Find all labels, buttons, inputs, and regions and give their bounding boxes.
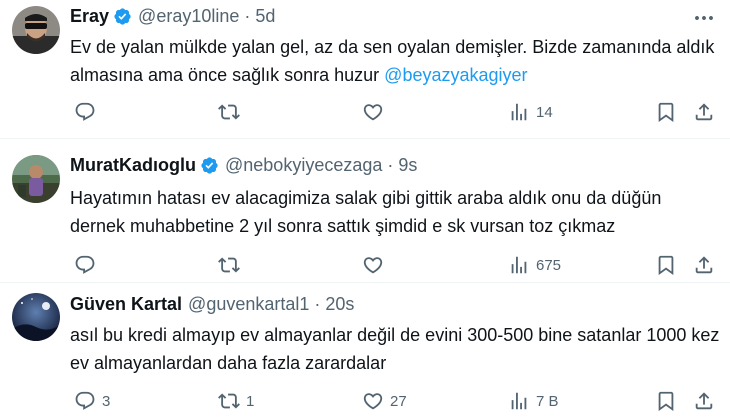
user-handle[interactable]: @guvenkartal1 bbox=[188, 294, 309, 315]
retweet-icon bbox=[218, 254, 240, 276]
reply-button[interactable] bbox=[74, 253, 102, 277]
reply-button[interactable]: 3 bbox=[74, 389, 110, 413]
avatar[interactable] bbox=[12, 155, 60, 203]
bookmark-icon bbox=[655, 390, 677, 412]
tweet-header: Güven Kartal @guvenkartal1 · 20s bbox=[70, 292, 354, 316]
retweet-icon bbox=[218, 101, 240, 123]
verified-badge-icon bbox=[113, 7, 132, 26]
like-icon bbox=[362, 254, 384, 276]
views-button[interactable]: 7 B bbox=[508, 389, 559, 413]
views-count: 14 bbox=[536, 103, 553, 121]
like-icon bbox=[362, 390, 384, 412]
like-button[interactable]: 27 bbox=[362, 389, 407, 413]
tweet[interactable]: MuratKadıoglu @nebokyiyecezaga · 9s Haya… bbox=[0, 139, 730, 282]
action-bar: 675 bbox=[70, 253, 720, 277]
reply-icon bbox=[74, 101, 96, 123]
display-name[interactable]: Eray bbox=[70, 6, 109, 27]
mention-link[interactable]: @beyazyakagiyer bbox=[384, 65, 527, 85]
share-icon bbox=[693, 254, 715, 276]
user-handle[interactable]: @eray10line bbox=[138, 6, 239, 27]
avatar[interactable] bbox=[12, 293, 60, 341]
share-button[interactable] bbox=[693, 253, 715, 277]
like-button[interactable] bbox=[362, 253, 390, 277]
tweet-header: Eray @eray10line · 5d bbox=[70, 4, 275, 28]
views-icon bbox=[508, 254, 530, 276]
share-icon bbox=[693, 101, 715, 123]
retweet-icon bbox=[218, 390, 240, 412]
tweet-text: asıl bu kredi almayıp ev almayanlar deği… bbox=[70, 325, 720, 373]
views-count: 675 bbox=[536, 256, 562, 274]
like-icon bbox=[362, 101, 384, 123]
retweet-button[interactable] bbox=[218, 253, 246, 277]
views-button[interactable]: 675 bbox=[508, 253, 561, 277]
reply-icon bbox=[74, 254, 96, 276]
action-bar: 14 bbox=[70, 100, 720, 124]
share-button[interactable] bbox=[693, 100, 715, 124]
like-button[interactable] bbox=[362, 100, 390, 124]
separator-dot: · bbox=[387, 154, 394, 175]
like-count: 27 bbox=[390, 392, 407, 410]
tweet[interactable]: Güven Kartal @guvenkartal1 · 20s asıl bu… bbox=[0, 283, 730, 420]
bookmark-button[interactable] bbox=[655, 253, 677, 277]
tweet-text: Ev de yalan mülkde yalan gel, az da sen … bbox=[70, 33, 720, 89]
bookmark-icon bbox=[655, 101, 677, 123]
separator-dot: · bbox=[244, 5, 251, 26]
verified-badge-icon bbox=[200, 156, 219, 175]
share-icon bbox=[693, 390, 715, 412]
views-icon bbox=[508, 390, 530, 412]
timestamp[interactable]: 20s bbox=[325, 294, 354, 315]
views-count: 7 B bbox=[536, 392, 559, 410]
bookmark-button[interactable] bbox=[655, 100, 677, 124]
bookmark-icon bbox=[655, 254, 677, 276]
timestamp[interactable]: 9s bbox=[398, 155, 417, 176]
more-icon[interactable] bbox=[692, 6, 716, 30]
user-handle[interactable]: @nebokyiyecezaga bbox=[225, 155, 382, 176]
tweet-text: Hayatımın hatası ev alacagimiza salak gi… bbox=[70, 188, 662, 236]
retweet-button[interactable]: 1 bbox=[218, 389, 254, 413]
timestamp[interactable]: 5d bbox=[255, 6, 275, 27]
tweet-header: MuratKadıoglu @nebokyiyecezaga · 9s bbox=[70, 153, 417, 177]
display-name[interactable]: Güven Kartal bbox=[70, 294, 182, 315]
reply-button[interactable] bbox=[74, 100, 102, 124]
separator-dot: · bbox=[314, 293, 321, 314]
tweet[interactable]: Eray @eray10line · 5d Ev de yalan mülkde… bbox=[0, 0, 730, 138]
reply-icon bbox=[74, 390, 96, 412]
action-bar: 3 1 27 7 B bbox=[70, 389, 720, 413]
share-button[interactable] bbox=[693, 389, 715, 413]
retweet-count: 1 bbox=[246, 392, 255, 410]
views-icon bbox=[508, 101, 530, 123]
views-button[interactable]: 14 bbox=[508, 100, 553, 124]
avatar[interactable] bbox=[12, 6, 60, 54]
bookmark-button[interactable] bbox=[655, 389, 677, 413]
display-name[interactable]: MuratKadıoglu bbox=[70, 155, 196, 176]
reply-count: 3 bbox=[102, 392, 111, 410]
retweet-button[interactable] bbox=[218, 100, 246, 124]
